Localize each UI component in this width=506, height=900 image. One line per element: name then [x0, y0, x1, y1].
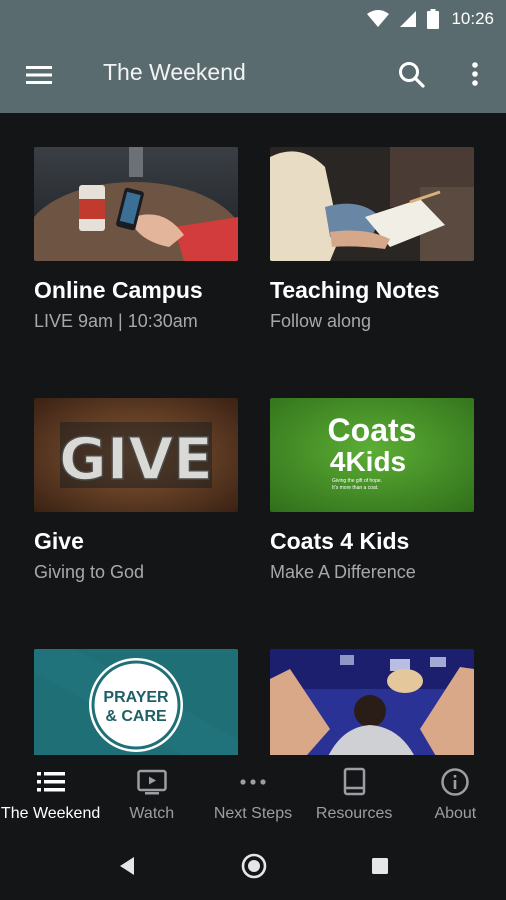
coats-4-kids-image: Coats 4Kids Giving the gift of hope. It'… [270, 398, 474, 512]
status-icons: 10:26 [367, 7, 494, 31]
online-campus-image [34, 147, 238, 261]
cell-signal-icon [400, 11, 417, 27]
prayer-logo-line2: & CARE [105, 708, 167, 725]
give-logo-text: GIVE [59, 425, 213, 493]
back-icon [120, 857, 134, 875]
bottom-navigation: The Weekend Watch Next Steps Resources A… [0, 755, 506, 833]
search-icon [399, 62, 425, 88]
card-subtitle: LIVE 9am | 10:30am [34, 311, 198, 331]
prayer-logo-line1: PRAYER [103, 689, 169, 706]
card-worship[interactable] [270, 649, 474, 755]
nav-item-the-weekend[interactable]: The Weekend [0, 755, 101, 833]
system-navigation [0, 833, 506, 900]
back-button[interactable] [112, 851, 142, 881]
nav-label: Watch [129, 805, 175, 822]
page-title: The Weekend [103, 59, 246, 85]
coats-tagline-1: Giving the gift of hope. [332, 478, 382, 484]
app-bar: The Weekend [0, 37, 506, 113]
battery-icon [427, 9, 440, 29]
card-give[interactable]: GIVE Give Giving to God [34, 398, 238, 583]
coats-logo-line1: Coats [328, 412, 417, 448]
card-subtitle: Make A Difference [270, 562, 416, 582]
card-subtitle: Giving to God [34, 562, 145, 582]
home-icon [241, 853, 267, 879]
home-button[interactable] [239, 851, 269, 881]
search-button[interactable] [396, 59, 428, 91]
card-prayer-care[interactable]: PRAYER & CARE [34, 649, 238, 755]
recents-icon [372, 858, 388, 874]
tv-icon [136, 767, 168, 797]
card-subtitle: Follow along [270, 311, 372, 331]
nav-label: About [434, 805, 477, 822]
info-icon [439, 767, 471, 797]
nav-label: Next Steps [213, 805, 293, 822]
card-title: Give [34, 528, 84, 554]
card-title: Coats 4 Kids [270, 528, 410, 554]
nav-item-next-steps[interactable]: Next Steps [202, 755, 303, 833]
give-image: GIVE [34, 398, 238, 512]
book-icon [338, 767, 370, 797]
nav-item-resources[interactable]: Resources [304, 755, 405, 833]
card-coats-4-kids[interactable]: Coats 4Kids Giving the gift of hope. It'… [270, 398, 474, 583]
status-bar: 10:26 [0, 0, 506, 37]
coats-logo-line2: 4Kids [330, 446, 406, 477]
content-grid: Online Campus LIVE 9am | 10:30am Teachin… [0, 113, 506, 755]
nav-label: The Weekend [0, 805, 101, 822]
coats-tagline-2: It's more than a coat. [332, 485, 379, 491]
worship-image [270, 649, 474, 755]
card-title: Teaching Notes [270, 277, 440, 303]
nav-item-about[interactable]: About [405, 755, 506, 833]
card-online-campus[interactable]: Online Campus LIVE 9am | 10:30am [34, 147, 238, 332]
menu-icon [26, 66, 52, 84]
more-vert-icon [472, 62, 478, 86]
wifi-icon [367, 10, 390, 27]
teaching-notes-image [270, 147, 474, 261]
card-teaching-notes[interactable]: Teaching Notes Follow along [270, 147, 474, 332]
nav-label: Resources [315, 805, 393, 822]
nav-item-watch[interactable]: Watch [101, 755, 202, 833]
card-title: Online Campus [34, 277, 203, 303]
recents-button[interactable] [365, 851, 395, 881]
menu-button[interactable] [22, 61, 58, 89]
list-icon [35, 767, 67, 797]
more-options-button[interactable] [462, 59, 488, 91]
prayer-care-image: PRAYER & CARE [34, 649, 238, 755]
more-horiz-icon [237, 767, 269, 797]
status-time: 10:26 [451, 9, 494, 28]
